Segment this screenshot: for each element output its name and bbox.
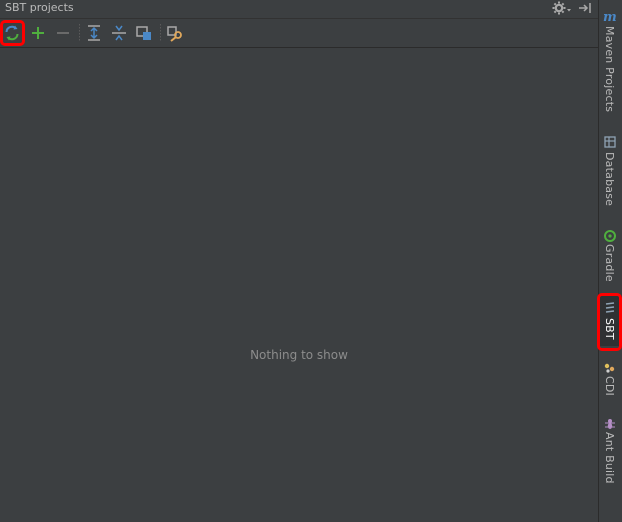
tool-window-header: SBT projects: [0, 0, 598, 19]
stripe-tab-label: Maven Projects: [603, 26, 616, 113]
minus-icon: [57, 32, 69, 34]
stripe-tab-label: Gradle: [603, 244, 616, 282]
right-tool-stripe: m Maven Projects Database Gradle SBT CDI…: [598, 0, 622, 522]
maven-icon: m: [603, 8, 617, 25]
expand-all-button[interactable]: [84, 23, 104, 43]
collapse-all-icon: [112, 25, 126, 41]
highlight-sbt-tab: [597, 293, 622, 351]
svg-text:m: m: [603, 10, 617, 23]
toolbar-separator: [160, 24, 161, 42]
database-icon: [603, 134, 617, 148]
stripe-tab-label: Ant Build: [603, 432, 616, 484]
cdi-icon: [603, 360, 617, 374]
settings-button[interactable]: [165, 23, 185, 43]
attach-icon: [136, 26, 151, 40]
collapse-all-button[interactable]: [109, 23, 129, 43]
hide-panel-icon[interactable]: [576, 0, 594, 16]
stripe-tab-cdi[interactable]: CDI: [599, 358, 622, 404]
toolbar-separator: [79, 24, 80, 42]
ant-icon: [603, 416, 617, 430]
stripe-tab-maven-projects[interactable]: m Maven Projects: [599, 6, 622, 114]
toolbar: [0, 19, 598, 48]
gear-icon[interactable]: [551, 0, 573, 16]
gradle-icon: [603, 228, 617, 242]
empty-state-text: Nothing to show: [250, 348, 348, 362]
stripe-tab-label: Database: [603, 152, 616, 207]
wrench-icon: [167, 26, 182, 42]
remove-project-button[interactable]: [53, 23, 73, 43]
attach-project-button[interactable]: [134, 23, 154, 43]
stripe-tab-database[interactable]: Database: [599, 134, 622, 210]
stripe-tab-ant-build[interactable]: Ant Build: [599, 414, 622, 490]
plus-icon: [32, 27, 44, 39]
stripe-tab-gradle[interactable]: Gradle: [599, 226, 622, 286]
add-project-button[interactable]: [28, 23, 48, 43]
stripe-tab-label: CDI: [603, 376, 616, 396]
panel-title: SBT projects: [5, 1, 74, 14]
expand-all-icon: [88, 25, 100, 41]
highlight-refresh: [0, 20, 25, 46]
sbt-tool-window: SBT projects Nothing to show: [0, 0, 598, 522]
projects-tree[interactable]: Nothing to show: [0, 48, 598, 522]
